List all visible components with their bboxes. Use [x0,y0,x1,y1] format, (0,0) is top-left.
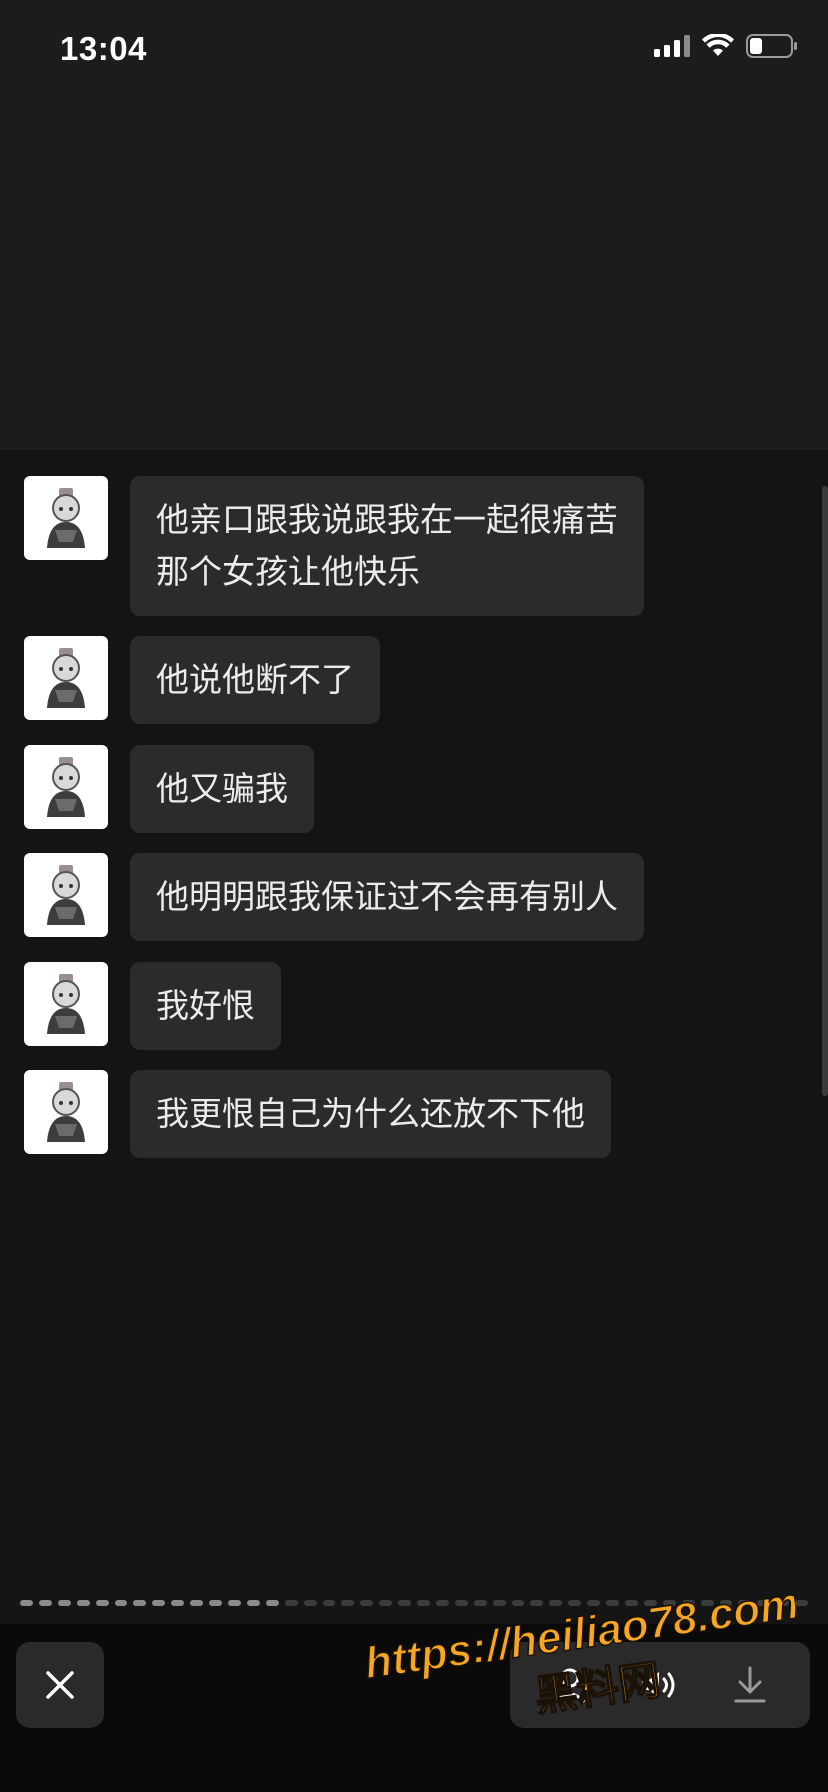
story-progress [20,1600,809,1606]
message-row: 他又骗我 [24,745,314,833]
progress-segment [435,1600,449,1606]
progress-segment [303,1600,317,1606]
message-bubble[interactable]: 他明明跟我保证过不会再有别人 [130,853,644,941]
progress-segment [662,1600,676,1606]
message-line: 我更恨自己为什么还放不下他 [156,1094,585,1133]
avatar-figure-icon [47,757,85,817]
sender-avatar[interactable] [24,745,108,829]
sender-avatar[interactable] [24,636,108,720]
avatar-figure-icon [47,1082,85,1142]
progress-segment [114,1600,128,1606]
download-icon [734,1666,766,1703]
progress-segment [209,1600,222,1606]
progress-segment [76,1600,90,1606]
message-bubble[interactable]: 他又骗我 [130,745,314,833]
message-line: 那个女孩让他快乐 [156,552,420,591]
message-row: 他说他断不了 [24,636,380,724]
progress-segment [738,1600,752,1606]
message-line: 他又骗我 [156,769,288,808]
avatar-figure-icon [47,488,85,548]
download-button[interactable] [710,1642,790,1728]
sender-avatar[interactable] [24,962,108,1046]
status-icons [654,34,798,58]
status-bar: 13:04 [0,0,828,100]
progress-segment [246,1600,260,1606]
message-line: 我好恨 [156,986,255,1025]
avatar-figure-icon [47,865,85,925]
sound-button[interactable] [620,1642,700,1728]
progress-segment [265,1600,279,1606]
progress-segment [700,1600,714,1606]
progress-segment [322,1600,336,1606]
progress-segment [549,1600,563,1606]
message-row: 他亲口跟我说跟我在一起很痛苦 那个女孩让他快乐 [24,476,644,616]
avatar-button[interactable] [530,1642,610,1728]
progress-segment [398,1600,412,1606]
progress-segment [95,1600,109,1606]
close-icon [46,1671,74,1699]
message-bubble[interactable]: 我好恨 [130,962,281,1050]
progress-segment [171,1600,185,1606]
speaker-icon [642,1672,675,1698]
progress-segment [133,1600,147,1606]
progress-segment [625,1600,638,1606]
avatar-figure-icon [47,648,85,708]
progress-segment [57,1600,71,1606]
progress-segment [681,1600,695,1606]
progress-segment [606,1600,619,1606]
progress-segment [795,1600,809,1606]
signal-icon [654,35,690,57]
scrollbar[interactable] [822,486,828,1096]
progress-segment [417,1600,430,1606]
progress-segment [341,1600,355,1606]
progress-segment [20,1600,33,1606]
message-row: 我更恨自己为什么还放不下他 [24,1070,611,1158]
progress-segment [360,1600,374,1606]
bottom-bar [0,1624,828,1792]
progress-segment [568,1600,582,1606]
empty-area [0,1174,828,1624]
progress-segment [284,1600,298,1606]
status-time: 13:04 [60,30,147,67]
sender-avatar[interactable] [24,1070,108,1154]
progress-segment [454,1600,468,1606]
message-line: 他说他断不了 [156,660,354,699]
close-button[interactable] [16,1642,104,1728]
message-bubble[interactable]: 他说他断不了 [130,636,380,724]
avatar-figure-icon [47,974,85,1034]
progress-segment [492,1600,506,1606]
message-row: 他明明跟我保证过不会再有别人 [24,853,644,941]
progress-segment [643,1600,657,1606]
message-row: 我好恨 [24,962,281,1050]
battery-icon [746,34,797,58]
progress-segment [38,1600,52,1606]
progress-segment [757,1600,771,1606]
progress-segment [530,1600,544,1606]
message-bubble[interactable]: 他亲口跟我说跟我在一起很痛苦 那个女孩让他快乐 [130,476,644,616]
progress-segment [190,1600,204,1606]
progress-segment [379,1600,393,1606]
progress-segment [719,1600,733,1606]
progress-segment [473,1600,487,1606]
message-line: 他明明跟我保证过不会再有别人 [156,877,618,916]
progress-segment [152,1600,166,1606]
sender-avatar[interactable] [24,476,108,560]
message-bubble[interactable]: 我更恨自己为什么还放不下他 [130,1070,611,1158]
progress-segment [776,1600,790,1606]
progress-segment [587,1600,601,1606]
progress-segment [511,1600,525,1606]
screen: 13:04 他亲口跟我说跟我在一起很痛苦 那个女孩让他快乐 他说他断不了 他又骗我 他明… [0,0,828,1792]
action-group [510,1642,810,1728]
progress-segment [227,1600,241,1606]
sender-avatar[interactable] [24,853,108,937]
wifi-icon [702,34,734,56]
avatar-icon [554,1668,586,1704]
message-line: 他亲口跟我说跟我在一起很痛苦 [156,500,618,539]
